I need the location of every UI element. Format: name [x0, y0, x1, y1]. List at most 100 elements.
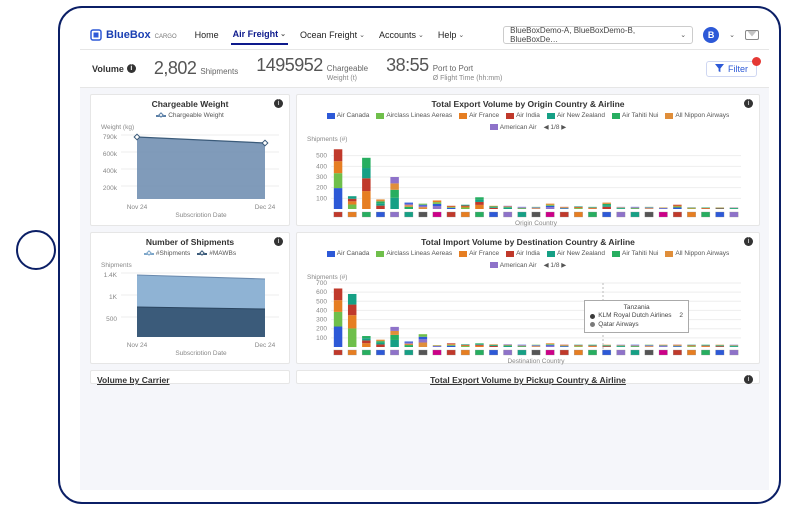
account-selector-value: BlueBoxDemo-A, BlueBoxDemo-B, BlueBoxDe… [510, 26, 674, 44]
svg-text:Destination Country: Destination Country [507, 358, 565, 365]
filter-button[interactable]: Filter [706, 61, 757, 77]
mail-icon[interactable] [745, 30, 759, 40]
card-title: Total Export Volume by Origin Country & … [303, 99, 753, 109]
svg-text:100: 100 [316, 335, 327, 342]
nav-home[interactable]: Home [193, 25, 221, 45]
logo-icon [90, 29, 102, 41]
svg-text:400: 400 [316, 163, 327, 170]
nav-air-freight[interactable]: Air Freight⌄ [231, 25, 288, 45]
card-volume-by-carrier: Volume by Carrier [90, 370, 290, 384]
chart-legend: Chargeable Weight [97, 112, 283, 119]
legend-item[interactable]: Air India [506, 250, 540, 257]
legend-item[interactable]: Air France [459, 112, 499, 119]
svg-text:300: 300 [316, 174, 327, 181]
kpi-port-to-port: 38:55 Port to PortØ Flight Time (hh:mm) [386, 55, 502, 83]
info-icon[interactable]: i [744, 375, 753, 384]
app-screen: BlueBox CARGO Home Air Freight⌄ Ocean Fr… [80, 20, 769, 490]
card-title: Number of Shipments [97, 237, 283, 247]
brand-name: BlueBox [106, 29, 151, 41]
svg-text:500: 500 [316, 298, 327, 305]
nav-accounts[interactable]: Accounts⌄ [377, 25, 426, 45]
avatar-menu-chevron-icon[interactable]: ⌄ [729, 31, 735, 39]
brand-sub: CARGO [155, 34, 177, 40]
legend-item[interactable]: Air New Zealand [547, 112, 605, 119]
legend-pager[interactable]: ◀ 1/8 ▶ [544, 261, 567, 269]
card-title: Volume by Carrier [97, 375, 283, 385]
account-selector[interactable]: BlueBoxDemo-A, BlueBoxDemo-B, BlueBoxDe…… [503, 26, 693, 44]
tooltip-country: Tanzania [590, 304, 683, 312]
legend-pager[interactable]: ◀ 1/8 ▶ [544, 123, 567, 131]
svg-text:200k: 200k [103, 185, 118, 192]
legend-item[interactable]: American Air [490, 124, 537, 131]
chevron-down-icon: ⌄ [418, 31, 424, 39]
svg-text:600k: 600k [103, 151, 118, 158]
svg-text:Subscription Date: Subscription Date [175, 350, 227, 355]
kpi-chargeable-weight: 1495952 ChargeableWeight (t) [256, 55, 368, 83]
svg-text:Subscription Date: Subscription Date [175, 212, 227, 217]
svg-text:400k: 400k [103, 168, 118, 175]
chart-chargeable-weight: Weight (kg) 790k600k400k200k Nov 24 Dec … [97, 121, 285, 217]
svg-text:500: 500 [316, 153, 327, 160]
topbar: BlueBox CARGO Home Air Freight⌄ Ocean Fr… [80, 20, 769, 50]
info-icon[interactable]: i [744, 99, 753, 108]
chart-tooltip: Tanzania KLM Royal Dutch Airlines 2 Qata… [584, 300, 689, 333]
primary-nav: Home Air Freight⌄ Ocean Freight⌄ Account… [193, 25, 467, 45]
svg-text:Nov 24: Nov 24 [127, 204, 148, 211]
svg-text:Nov 24: Nov 24 [127, 342, 148, 349]
avatar[interactable]: B [703, 27, 719, 43]
legend-item[interactable]: Air Canada [327, 112, 370, 119]
filter-icon [715, 64, 724, 73]
kpi-shipments: 2,802 Shipments [154, 58, 238, 79]
card-export-pickup: Total Export Volume by Pickup Country & … [296, 370, 760, 384]
svg-text:700: 700 [316, 280, 327, 287]
svg-text:Weight (kg): Weight (kg) [101, 124, 134, 131]
svg-text:Shipments: Shipments [101, 262, 132, 269]
tablet-home-button[interactable] [16, 230, 56, 270]
info-icon[interactable]: i [127, 64, 136, 73]
svg-text:300: 300 [316, 317, 327, 324]
legend-item[interactable]: All Nippon Airways [665, 250, 729, 257]
svg-text:200: 200 [316, 185, 327, 192]
info-icon[interactable]: i [274, 237, 283, 246]
svg-text:1K: 1K [109, 294, 118, 301]
info-icon[interactable]: i [744, 237, 753, 246]
legend-item[interactable]: Air India [506, 112, 540, 119]
card-title: Total Import Volume by Destination Count… [303, 237, 753, 247]
legend-item[interactable]: Airclass Lineas Aereas [376, 250, 452, 257]
svg-text:Origin Country: Origin Country [515, 220, 558, 227]
chart-number-shipments: Shipments 1.4K1K500 Nov 24 Dec 24 Subscr… [97, 259, 285, 355]
legend-item[interactable]: Air France [459, 250, 499, 257]
chart-export-origin: Shipments (#) 100200300400500Origin Coun… [303, 133, 753, 227]
svg-text:200: 200 [316, 326, 327, 333]
legend-item[interactable]: Air New Zealand [547, 250, 605, 257]
card-title: Total Export Volume by Pickup Country & … [303, 375, 753, 385]
svg-text:Dec 24: Dec 24 [255, 342, 276, 349]
airline-legend: Air Canada Airclass Lineas Aereas Air Fran… [303, 250, 753, 269]
nav-help[interactable]: Help⌄ [436, 25, 466, 45]
chevron-down-icon: ⌄ [359, 31, 365, 39]
legend-item[interactable]: American Air [490, 262, 537, 269]
card-title: Chargeable Weight [97, 99, 283, 109]
nav-ocean-freight[interactable]: Ocean Freight⌄ [298, 25, 367, 45]
chevron-down-icon: ⌄ [458, 31, 464, 39]
svg-text:400: 400 [316, 307, 327, 314]
dashboard-grid: Chargeable Weight i Chargeable Weight We… [80, 88, 769, 390]
tooltip-row: Qatar Airways [590, 321, 683, 329]
legend-item[interactable]: Air Tahiti Nui [612, 112, 658, 119]
chart-legend: #Shipments #MAWBs [97, 250, 283, 257]
brand-logo[interactable]: BlueBox CARGO [90, 29, 177, 41]
legend-item[interactable]: Air Canada [327, 250, 370, 257]
svg-text:Dec 24: Dec 24 [255, 204, 276, 211]
legend-item[interactable]: Air Tahiti Nui [612, 250, 658, 257]
svg-text:600: 600 [316, 289, 327, 296]
svg-text:Shipments (#): Shipments (#) [307, 136, 347, 143]
info-icon[interactable]: i [274, 99, 283, 108]
tablet-frame: BlueBox CARGO Home Air Freight⌄ Ocean Fr… [58, 6, 781, 504]
svg-text:500: 500 [106, 316, 117, 323]
filter-badge [752, 57, 761, 66]
airline-legend: Air Canada Airclass Lineas Aereas Air Fran… [303, 112, 753, 131]
legend-item[interactable]: All Nippon Airways [665, 112, 729, 119]
legend-item[interactable]: Airclass Lineas Aereas [376, 112, 452, 119]
svg-text:Shipments (#): Shipments (#) [307, 274, 347, 281]
card-import-destination: Total Import Volume by Destination Count… [296, 232, 760, 364]
